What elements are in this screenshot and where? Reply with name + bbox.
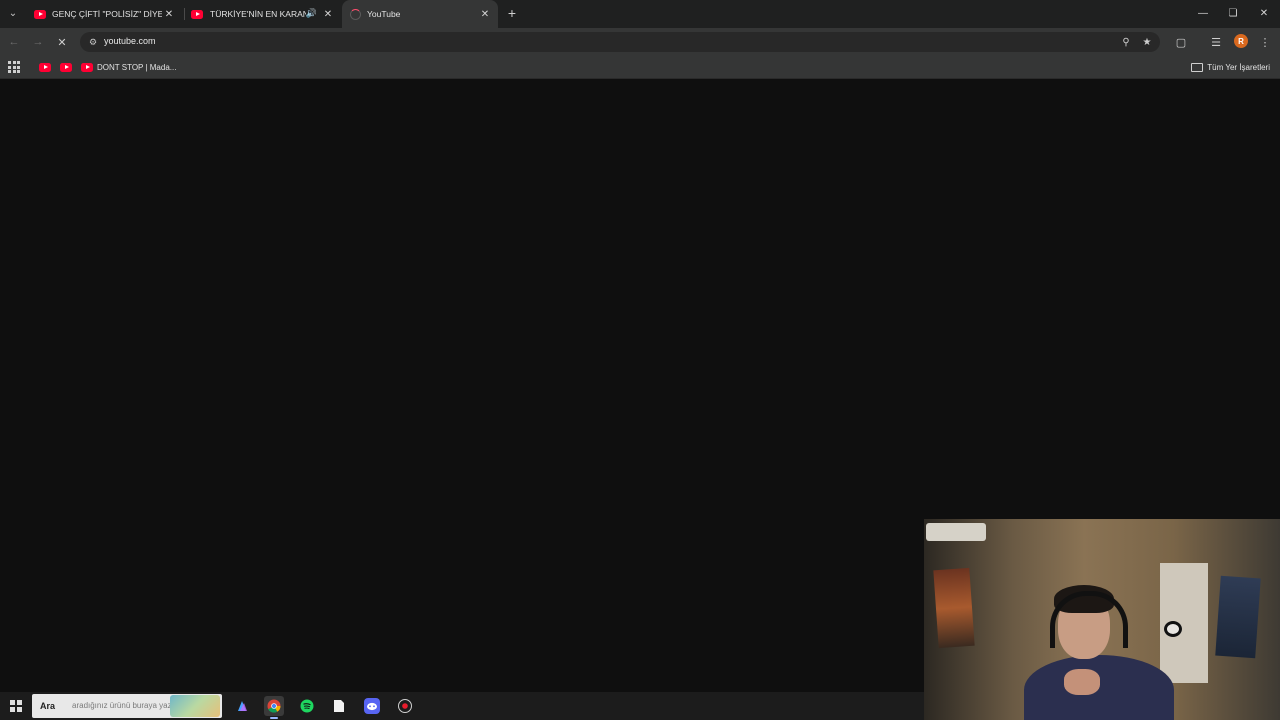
youtube-icon xyxy=(34,9,46,19)
windows-start-icon[interactable] xyxy=(10,700,22,712)
bookmarks-bar: DONT STOP | Mada... Tüm Yer İşaretleri xyxy=(0,56,1280,79)
bookmark-item[interactable] xyxy=(39,61,51,73)
youtube-icon xyxy=(191,9,203,19)
menu-icon[interactable]: ⋮ xyxy=(1256,33,1274,51)
minimize-button[interactable]: — xyxy=(1192,4,1214,22)
browser-toolbar: ← → ✕ ⚙ youtube.com ⚲ ★ ▢ ☰ R ⋮ xyxy=(0,28,1280,56)
tab-search-button[interactable]: ⌄ xyxy=(4,4,22,22)
stop-loading-button[interactable]: ✕ xyxy=(53,33,71,51)
wall-poster xyxy=(933,567,975,649)
extensions-icon[interactable]: ▢ xyxy=(1172,33,1190,51)
zoom-icon[interactable]: ⚲ xyxy=(1119,35,1133,49)
address-bar[interactable]: ⚙ youtube.com ⚲ ★ xyxy=(80,32,1160,52)
profile-avatar[interactable]: R xyxy=(1234,34,1248,48)
bookmark-item-dont-stop[interactable]: DONT STOP | Mada... xyxy=(81,61,176,73)
spotify-icon[interactable] xyxy=(297,696,317,716)
close-window-button[interactable]: ✕ xyxy=(1253,4,1275,22)
search-hint: aradığınız ürünü buraya yazın xyxy=(72,701,179,710)
search-highlight-image xyxy=(170,695,220,717)
discord-icon[interactable] xyxy=(362,696,382,716)
wall-shelf xyxy=(1160,563,1208,683)
headset xyxy=(1050,591,1128,648)
file-icon[interactable] xyxy=(329,696,349,716)
tab-title: TÜRKİYE'NİN EN KARANLIK xyxy=(210,9,306,19)
bookmark-label: DONT STOP | Mada... xyxy=(97,62,177,72)
webcam-overlay xyxy=(924,519,1280,720)
close-icon[interactable]: ✕ xyxy=(321,7,335,21)
close-icon[interactable]: ✕ xyxy=(478,7,492,21)
close-icon[interactable]: ✕ xyxy=(162,7,176,21)
forward-button[interactable]: → xyxy=(29,33,47,51)
new-tab-button[interactable]: + xyxy=(504,5,520,21)
tab-turkiyenin[interactable]: TÜRKİYE'NİN EN KARANLIK 🔊 ✕ xyxy=(185,0,341,28)
media-controls-icon[interactable]: ☰ xyxy=(1207,33,1225,51)
record-icon[interactable] xyxy=(395,696,415,716)
tab-title: YouTube xyxy=(367,9,401,19)
person-hand xyxy=(1064,669,1100,695)
tab-strip: ⌄ GENÇ ÇİFTİ "POLİSİZ" DİYEREK ✕ TÜRKİYE… xyxy=(0,0,1280,28)
wall-poster xyxy=(1215,575,1261,659)
taskbar: Ara aradığınız ürünü buraya yazın xyxy=(0,692,924,720)
taskbar-search[interactable]: Ara aradığınız ürünü buraya yazın xyxy=(32,694,222,718)
folder-icon xyxy=(1191,62,1204,72)
youtube-icon xyxy=(39,62,51,72)
all-bookmarks-button[interactable]: Tüm Yer İşaretleri xyxy=(1191,61,1270,73)
search-label: Ara xyxy=(40,701,56,711)
youtube-icon xyxy=(60,62,72,72)
chrome-icon[interactable] xyxy=(264,696,284,719)
site-info-icon[interactable]: ⚙ xyxy=(86,35,100,49)
tab-title: GENÇ ÇİFTİ "POLİSİZ" DİYEREK xyxy=(52,9,162,19)
youtube-icon xyxy=(81,62,93,72)
tab-genc-cifti[interactable]: GENÇ ÇİFTİ "POLİSİZ" DİYEREK ✕ xyxy=(26,0,182,28)
speaker-icon[interactable]: 🔊 xyxy=(306,8,317,19)
air-conditioner xyxy=(926,523,986,541)
loading-spinner-icon xyxy=(350,8,361,20)
address-text: youtube.com xyxy=(104,36,156,46)
apps-grid-icon[interactable] xyxy=(8,61,20,73)
all-bookmarks-label: Tüm Yer İşaretleri xyxy=(1207,62,1270,72)
back-button[interactable]: ← xyxy=(5,33,23,51)
bookmark-item[interactable] xyxy=(60,61,72,73)
tab-youtube[interactable]: YouTube ✕ xyxy=(342,0,498,28)
restore-button[interactable]: ❏ xyxy=(1222,4,1244,22)
bookmark-star-icon[interactable]: ★ xyxy=(1140,35,1154,49)
copilot-icon[interactable] xyxy=(232,696,252,716)
